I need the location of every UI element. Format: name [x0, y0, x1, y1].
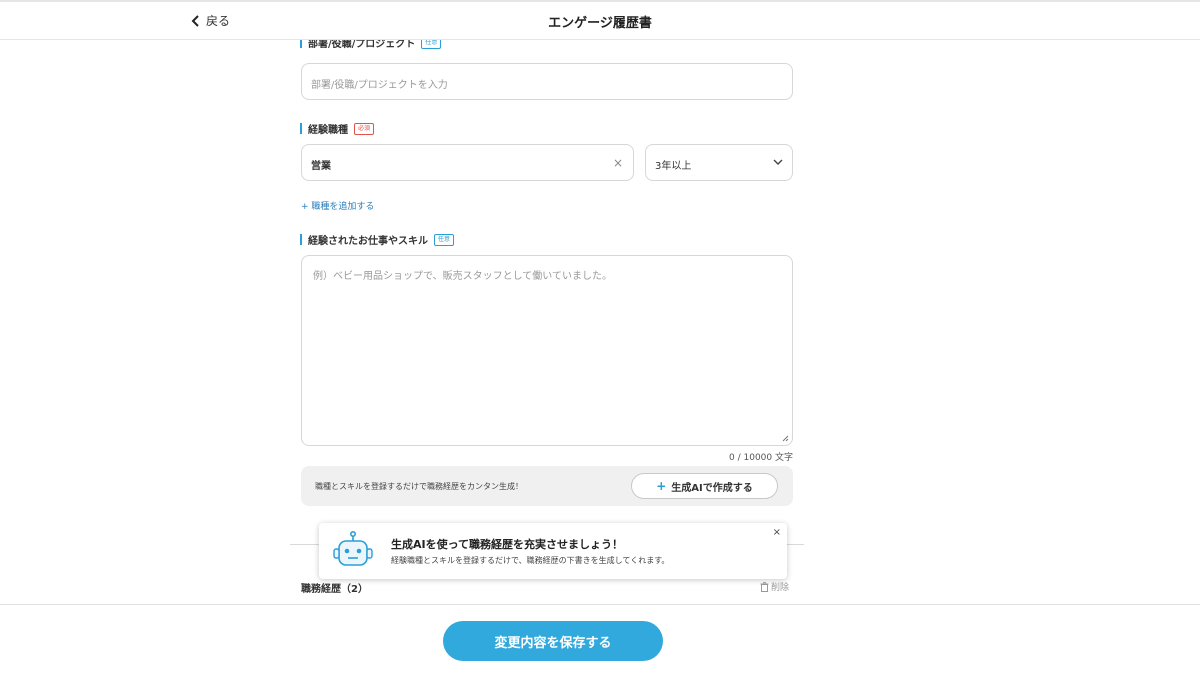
- character-counter: 0 / 10000 文字: [729, 453, 793, 463]
- label-accent-bar: [300, 40, 302, 48]
- label-accent-bar: [300, 234, 302, 245]
- dept-field-label: 部署/役職/プロジェクト 任意: [300, 40, 442, 50]
- chevron-down-icon: [773, 159, 783, 165]
- close-icon[interactable]: ×: [773, 527, 781, 538]
- ai-promo-popup: 生成AIを使って職務経歴を充実させましょう！ 経験職種とスキルを登録するだけで、…: [319, 523, 787, 579]
- plus-icon: +: [656, 479, 667, 493]
- optional-badge: 任意: [434, 233, 455, 246]
- years-select-value: 3年以上: [655, 161, 692, 172]
- clear-icon[interactable]: ×: [613, 156, 623, 170]
- add-job-type-link[interactable]: + 職種を追加する: [301, 199, 374, 212]
- dept-field-label-text: 部署/役職/プロジェクト: [308, 40, 416, 50]
- dept-input[interactable]: 部署/役職/プロジェクトを入力: [301, 63, 793, 100]
- footer-bar: 変更内容を保存する: [0, 604, 1200, 677]
- delete-button[interactable]: 削除: [760, 580, 789, 593]
- required-badge: 必須: [354, 122, 375, 135]
- robot-icon: [333, 531, 373, 566]
- page-title: エンゲージ履歴書: [548, 16, 652, 31]
- popup-title: 生成AIを使って職務経歴を充実させましょう！: [391, 538, 624, 551]
- skills-textarea-placeholder: 例）ベビー用品ショップで、販売スタッフとして働いていました。: [313, 271, 612, 282]
- save-changes-button[interactable]: 変更内容を保存する: [443, 621, 663, 661]
- skills-label-text: 経験されたお仕事やスキル: [308, 236, 428, 247]
- ai-generate-button[interactable]: + 生成AIで作成する: [631, 473, 778, 499]
- ai-generate-text: 職種とスキルを登録するだけで職務経歴をカンタン生成！: [315, 482, 523, 491]
- ai-generate-panel: 職種とスキルを登録するだけで職務経歴をカンタン生成！ + 生成AIで作成する: [301, 466, 793, 506]
- years-select[interactable]: 3年以上: [645, 144, 793, 181]
- skills-label: 経験されたお仕事やスキル 任意: [300, 232, 455, 247]
- delete-label: 削除: [771, 583, 790, 593]
- job-type-input[interactable]: 営業 ×: [301, 144, 634, 181]
- job-type-value: 営業: [311, 161, 331, 172]
- career-section-title: 職務経歴（2）: [301, 584, 368, 595]
- form-scroll-area[interactable]: 部署/役職/プロジェクト 任意 部署/役職/プロジェクトを入力 経験職種 必須 …: [0, 40, 1200, 604]
- job-type-label-text: 経験職種: [308, 125, 348, 136]
- job-type-label: 経験職種 必須: [300, 121, 375, 136]
- optional-badge: 任意: [421, 40, 442, 49]
- skills-textarea[interactable]: 例）ベビー用品ショップで、販売スタッフとして働いていました。: [301, 255, 793, 446]
- popup-description: 経験職種とスキルを登録するだけで、職務経歴の下書きを生成してくれます。: [391, 556, 670, 565]
- dept-input-placeholder: 部署/役職/プロジェクトを入力: [311, 80, 448, 91]
- resize-handle-icon[interactable]: [782, 435, 789, 442]
- ai-generate-button-label: 生成AIで作成する: [671, 482, 753, 494]
- trash-icon: [760, 581, 769, 592]
- top-bar: 戻る エンゲージ履歴書: [0, 0, 1200, 40]
- label-accent-bar: [300, 123, 302, 134]
